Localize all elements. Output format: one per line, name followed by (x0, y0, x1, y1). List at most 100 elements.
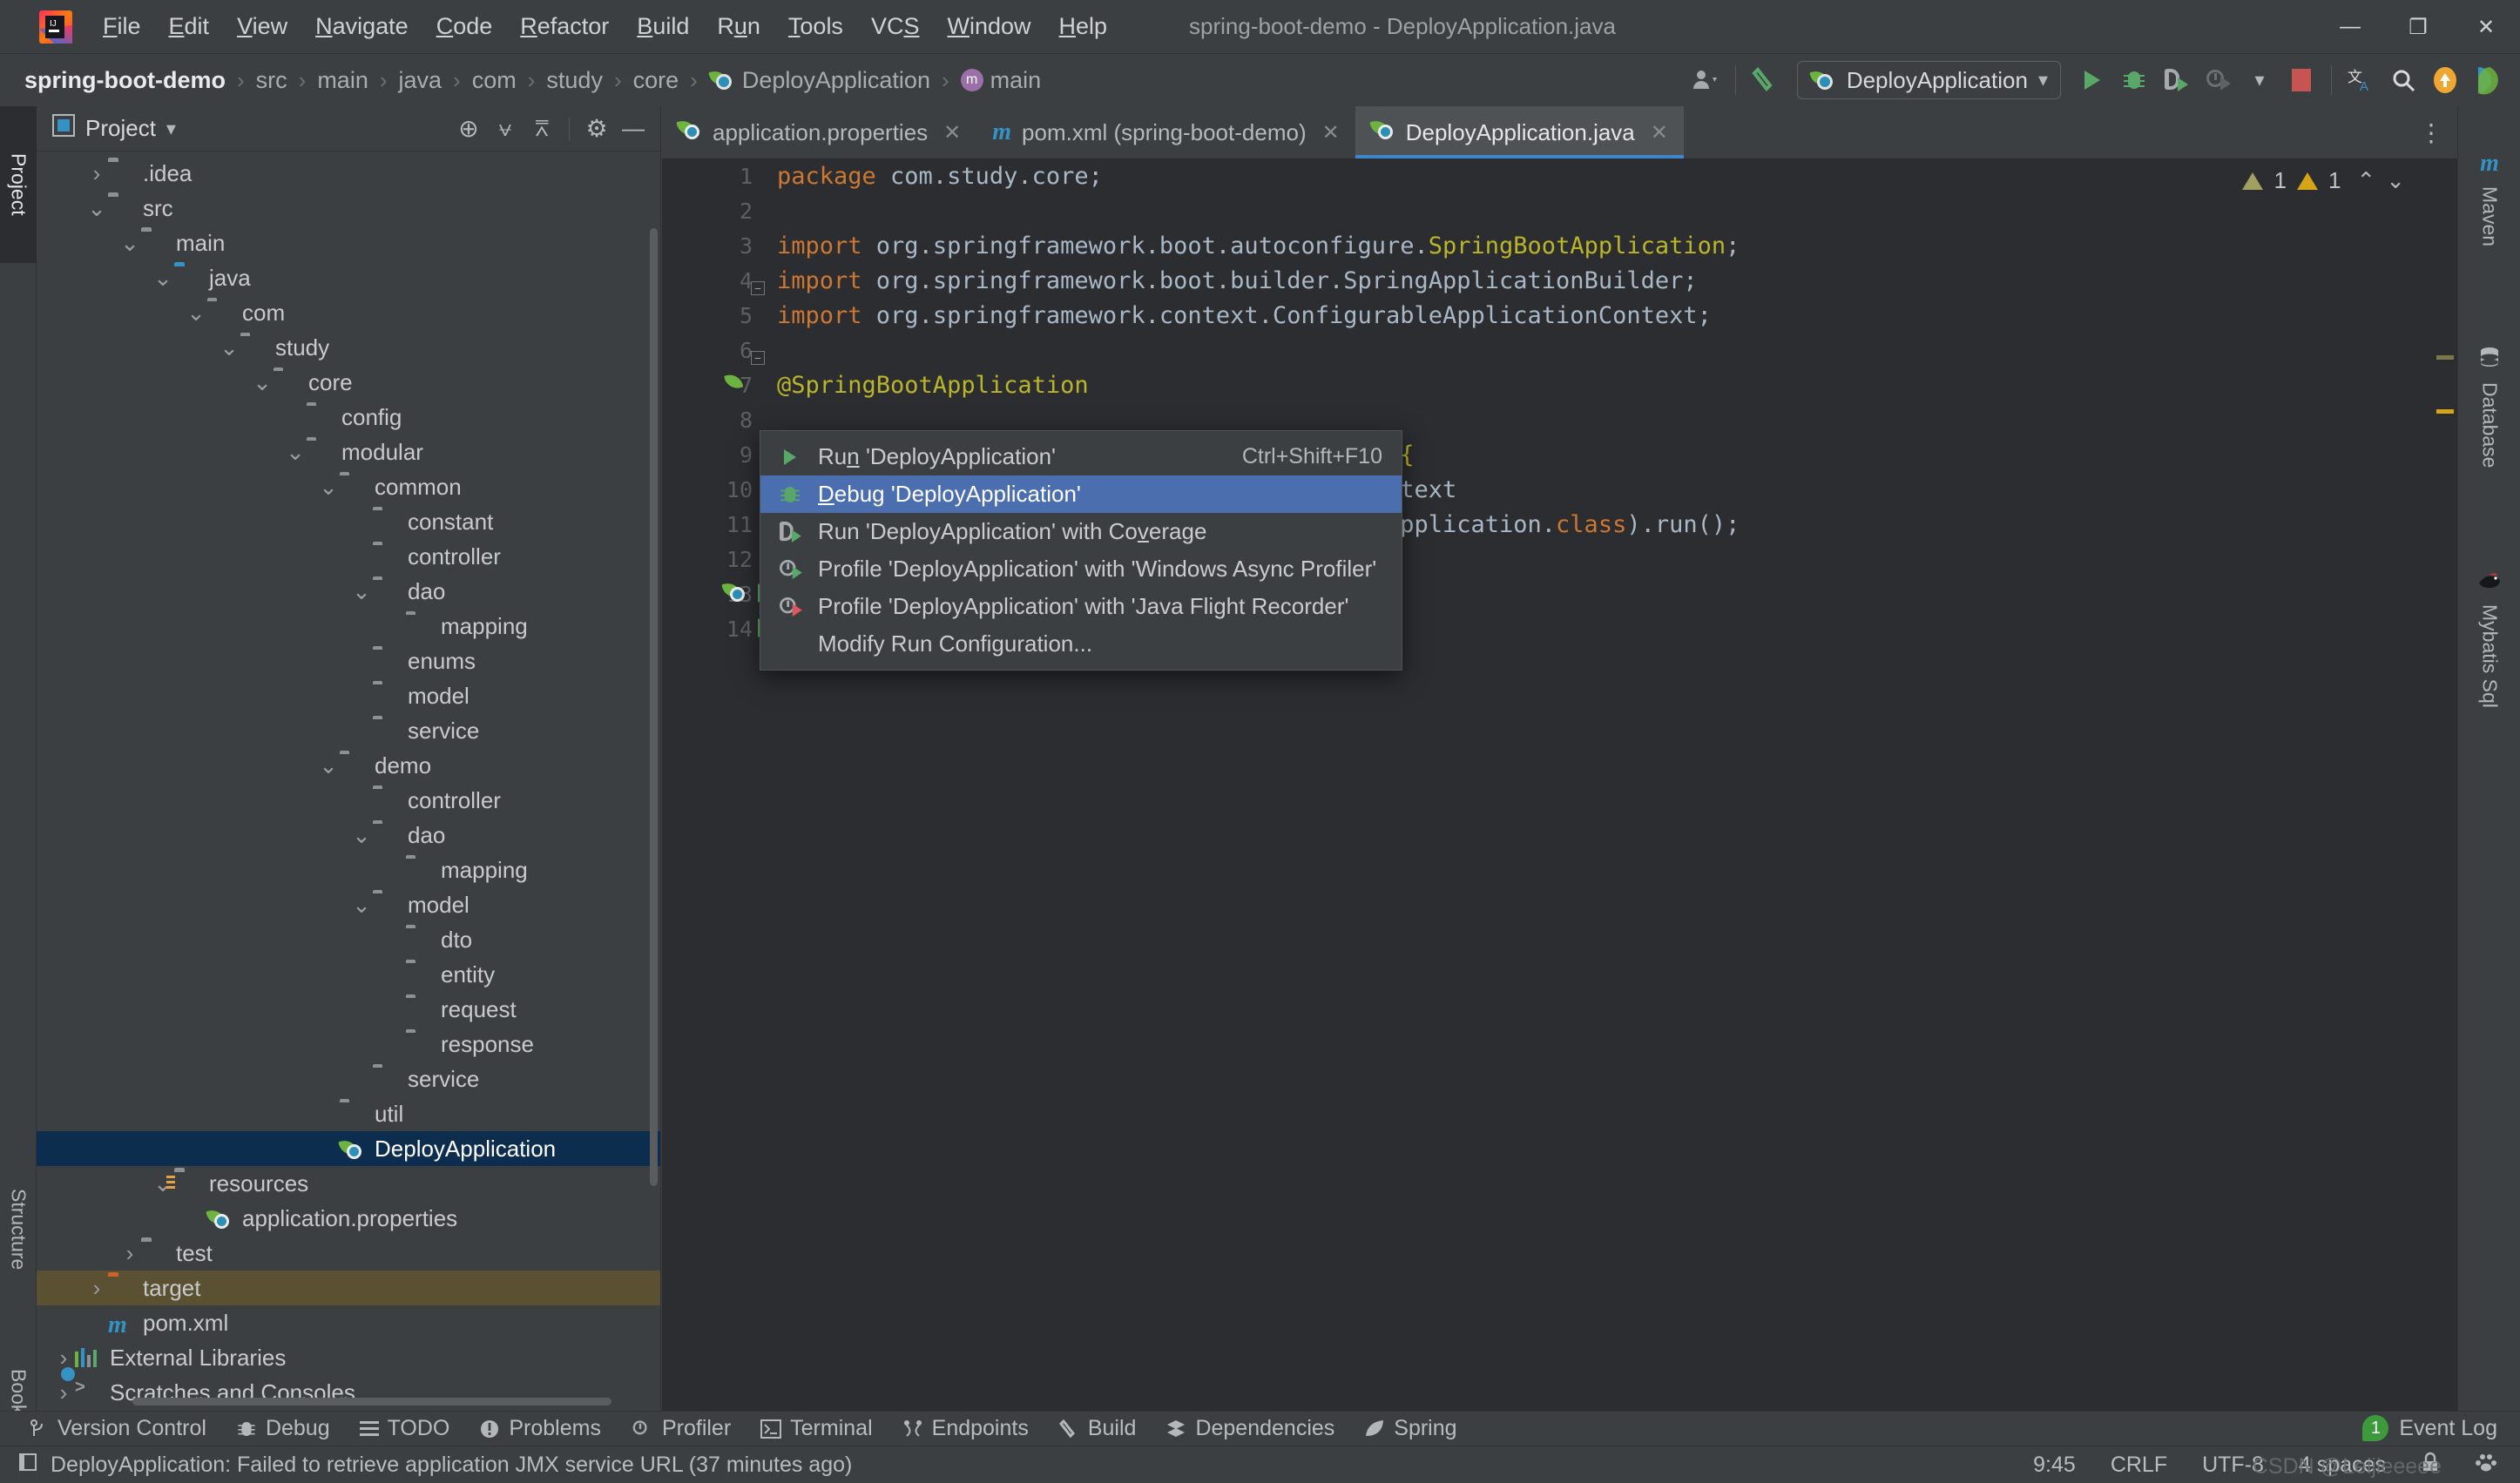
chevron-right-icon[interactable]: › (52, 1379, 75, 1406)
menu-item-modify-run-configuration-[interactable]: Modify Run Configuration... (760, 625, 1402, 663)
menu-item-run-deployapplication-with-coverage[interactable]: Run 'DeployApplication' with Coverage (760, 513, 1402, 550)
code-line-1[interactable]: package com.study.core; (765, 158, 2457, 193)
chevron-down-icon[interactable]: ⌄ (152, 265, 174, 292)
debug-icon[interactable] (2113, 59, 2155, 101)
line-separator[interactable]: CRLF (2111, 1453, 2167, 1478)
tree-node-study[interactable]: ⌄ study (37, 330, 660, 365)
inspection-eye-icon[interactable] (2475, 1452, 2497, 1479)
chevron-down-icon[interactable]: ⌄ (251, 369, 274, 396)
tree-node-service[interactable]: service (37, 1062, 660, 1096)
chevron-right-icon[interactable]: › (85, 160, 108, 187)
tree-node-model[interactable]: ⌄ model (37, 887, 660, 922)
tree-node-modular[interactable]: ⌄ modular (37, 435, 660, 469)
account-icon[interactable] (1685, 59, 1726, 101)
close-tab-icon[interactable]: ✕ (1651, 120, 1668, 145)
tree-node-demo[interactable]: ⌄ demo (37, 748, 660, 783)
menu-view[interactable]: View (223, 13, 301, 40)
breadcrumb-item-2[interactable]: main (317, 67, 368, 94)
code-text[interactable]: package com.study.core; import org.sprin… (765, 158, 2457, 1411)
tree-node-request[interactable]: request (37, 992, 660, 1027)
editor-marker-bar[interactable] (2433, 158, 2457, 1411)
tree-node-service[interactable]: service (37, 713, 660, 748)
code-line-5[interactable]: import org.springframework.context.Confi… (765, 298, 2457, 333)
breadcrumb-item-3[interactable]: java (399, 67, 443, 94)
menu-refactor[interactable]: Refactor (506, 13, 623, 40)
profile-icon[interactable] (2197, 59, 2239, 101)
editor-tab-deployapplication-java[interactable]: DeployApplication.java ✕ (1355, 106, 1685, 158)
close-tab-icon[interactable]: ✕ (1322, 120, 1340, 145)
tree-node-common[interactable]: ⌄ common (37, 469, 660, 504)
chevron-down-icon[interactable]: ⌄ (284, 439, 307, 466)
tree-node-entity[interactable]: entity (37, 957, 660, 992)
tree-node-core[interactable]: ⌄ core (37, 365, 660, 400)
hide-icon[interactable]: — (615, 111, 652, 147)
tool-window-spring[interactable]: Spring (1364, 1416, 1457, 1441)
tree-node-dao[interactable]: ⌄ dao (37, 574, 660, 609)
status-message[interactable]: DeployApplication: Failed to retrieve ap… (17, 1452, 852, 1479)
tree-node-dto[interactable]: dto (37, 922, 660, 957)
locate-icon[interactable]: ⊕ (450, 111, 487, 147)
chevron-down-icon[interactable]: ▾ (166, 118, 176, 140)
tool-window-problems[interactable]: Problems (479, 1416, 601, 1441)
rail-tab-structure[interactable]: Structure (0, 1143, 37, 1317)
close-button[interactable]: ✕ (2452, 0, 2520, 54)
chevron-down-icon[interactable]: ⌄ (350, 822, 373, 849)
tool-window-profiler[interactable]: Profiler (631, 1416, 731, 1441)
tree-node-pom-xml[interactable]: m pom.xml (37, 1305, 660, 1340)
tree-node-dao[interactable]: ⌄ dao (37, 818, 660, 853)
tree-node-response[interactable]: response (37, 1027, 660, 1062)
project-tree[interactable]: › .idea ⌄ src ⌄ main ⌄ java ⌄ com ⌄ study ⌄ core confi… (37, 152, 660, 1411)
menu-edit[interactable]: Edit (155, 13, 224, 40)
tree-node-mapping[interactable]: mapping (37, 853, 660, 887)
tool-window-terminal[interactable]: Terminal (760, 1416, 873, 1441)
tool-window-build[interactable]: Build (1058, 1416, 1136, 1441)
code-editor[interactable]: 1234567891011121314 − − package com.stud… (662, 158, 2457, 1411)
breadcrumb-item-0[interactable]: spring-boot-demo (24, 67, 226, 94)
close-tab-icon[interactable]: ✕ (943, 120, 961, 145)
code-line-3[interactable]: import org.springframework.boot.autoconf… (765, 228, 2457, 263)
tree-node-test[interactable]: › test (37, 1236, 660, 1271)
menu-window[interactable]: Window (933, 13, 1044, 40)
chevron-right-icon[interactable]: › (85, 1275, 108, 1302)
editor-tab-application-properties[interactable]: application.properties ✕ (662, 106, 976, 158)
menu-vcs[interactable]: VCS (857, 13, 934, 40)
breadcrumb-item-6[interactable]: core (633, 67, 679, 94)
menu-item-profile-deployapplication-with-java-flig[interactable]: Profile 'DeployApplication' with 'Java F… (760, 588, 1402, 625)
tool-window-endpoints[interactable]: Endpoints (902, 1416, 1029, 1441)
tree-node-java[interactable]: ⌄ java (37, 260, 660, 295)
chevron-down-icon[interactable]: ⌄ (317, 752, 340, 779)
project-tree-scrollbar-vertical[interactable] (650, 228, 658, 1186)
code-line-7[interactable]: @SpringBootApplication (765, 367, 2457, 402)
tool-window-debug[interactable]: Debug (236, 1416, 330, 1441)
breadcrumb-item-8[interactable]: m main (960, 67, 1041, 94)
tree-node-config[interactable]: config (37, 400, 660, 435)
ide-feature-icon[interactable] (2466, 59, 2508, 101)
fold-marker[interactable]: − (751, 281, 765, 295)
run-context-menu[interactable]: Run 'DeployApplication' Ctrl+Shift+F10 Deb… (760, 430, 1402, 671)
chevron-down-icon[interactable]: ⌄ (185, 300, 207, 327)
menu-file[interactable]: File (89, 13, 155, 40)
tree-node-com[interactable]: ⌄ com (37, 295, 660, 330)
rail-tab-database[interactable]: Database (2458, 307, 2520, 507)
prev-problem-icon[interactable]: ⌃ (2356, 167, 2375, 194)
tree-node-external-libraries[interactable]: › External Libraries (37, 1340, 660, 1375)
expand-all-icon[interactable]: ⩝ (487, 111, 524, 147)
menu-tools[interactable]: Tools (774, 13, 857, 40)
update-available-icon[interactable] (2424, 59, 2466, 101)
chevron-down-icon[interactable]: ⌄ (218, 334, 240, 361)
profile-chevron-down-icon[interactable]: ▾ (2239, 59, 2280, 101)
rail-tab-maven[interactable]: m Maven (2458, 111, 2520, 286)
collapse-all-icon[interactable]: ⩞ (524, 111, 560, 147)
tree-node-enums[interactable]: enums (37, 644, 660, 678)
tree-node--idea[interactable]: › .idea (37, 156, 660, 191)
minimize-button[interactable]: — (2316, 0, 2384, 54)
build-hammer-icon[interactable] (1745, 59, 1787, 101)
breadcrumb-item-5[interactable]: study (546, 67, 603, 94)
run-configuration-selector[interactable]: DeployApplication ▾ (1796, 61, 2061, 99)
chevron-down-icon[interactable]: ⌄ (350, 578, 373, 605)
run-icon[interactable] (2071, 59, 2113, 101)
tool-window-todo[interactable]: TODO (359, 1416, 449, 1441)
code-folding-column[interactable]: − − (749, 158, 765, 1411)
error-stripe-mark[interactable] (2436, 409, 2454, 414)
breadcrumb-item-7[interactable]: DeployApplication (708, 67, 930, 94)
